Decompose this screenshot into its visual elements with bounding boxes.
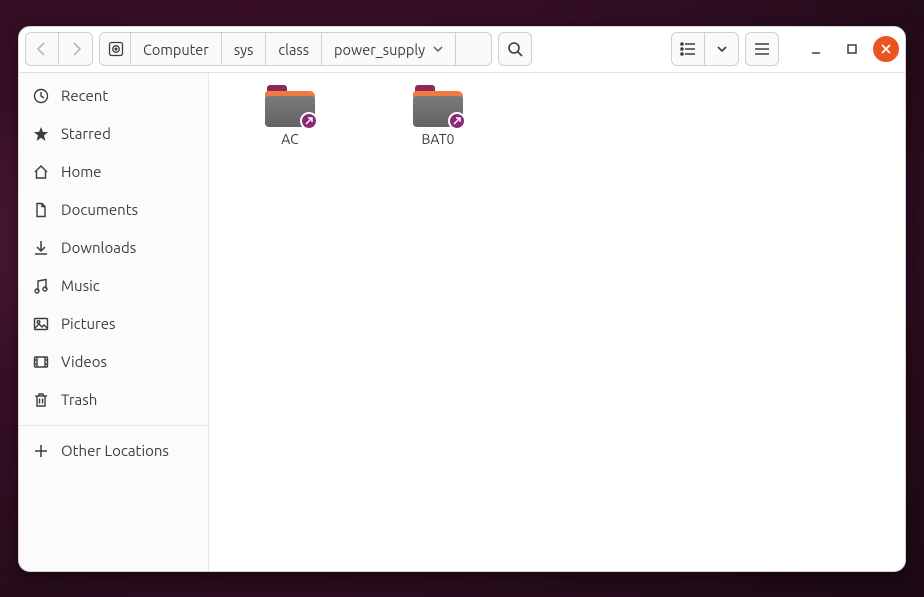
back-button[interactable]	[25, 32, 59, 66]
file-manager-window: Computer sys class power_supply	[18, 26, 906, 572]
downloads-icon	[33, 240, 49, 256]
sidebar-item-recent[interactable]: Recent	[19, 77, 208, 115]
sidebar-item-starred[interactable]: Starred	[19, 115, 208, 153]
path-segment-computer[interactable]: Computer	[131, 32, 222, 66]
music-icon	[33, 278, 49, 294]
maximize-button[interactable]	[837, 32, 867, 66]
pictures-icon	[33, 316, 49, 332]
sidebar-item-videos[interactable]: Videos	[19, 343, 208, 381]
sidebar-separator	[19, 425, 208, 426]
path-segment-current[interactable]: power_supply	[322, 32, 456, 66]
trash-icon	[33, 392, 49, 408]
file-label: BAT0	[422, 131, 455, 147]
view-controls	[671, 32, 739, 66]
plus-icon	[33, 443, 49, 459]
minimize-button[interactable]	[801, 32, 831, 66]
path-blank[interactable]	[456, 32, 492, 66]
sidebar-item-label: Music	[61, 277, 100, 294]
documents-icon	[33, 202, 49, 218]
sidebar-item-trash[interactable]: Trash	[19, 381, 208, 419]
sidebar-item-label: Trash	[61, 391, 97, 408]
sidebar-item-label: Documents	[61, 201, 138, 218]
path-bar: Computer sys class power_supply	[99, 32, 492, 66]
sidebar-item-label: Downloads	[61, 239, 136, 256]
path-root[interactable]	[99, 32, 131, 66]
sidebar-item-downloads[interactable]: Downloads	[19, 229, 208, 267]
clock-icon	[33, 88, 49, 104]
path-segment-class[interactable]: class	[266, 32, 322, 66]
list-icon	[680, 42, 696, 56]
sidebar-item-label: Recent	[61, 87, 108, 104]
nav-buttons	[25, 32, 93, 66]
icon-grid: AC BAT0	[229, 85, 885, 147]
folder-link-icon	[413, 85, 463, 127]
videos-icon	[33, 354, 49, 370]
sidebar-item-other-locations[interactable]: Other Locations	[19, 432, 208, 470]
sidebar-item-pictures[interactable]: Pictures	[19, 305, 208, 343]
sidebar-item-label: Starred	[61, 125, 111, 142]
folder-item-ac[interactable]: AC	[247, 85, 333, 147]
path-segment-sys[interactable]: sys	[222, 32, 267, 66]
toolbar: Computer sys class power_supply	[19, 27, 905, 73]
forward-button[interactable]	[59, 32, 93, 66]
sidebar-item-label: Other Locations	[61, 442, 169, 459]
close-button[interactable]	[873, 36, 899, 62]
sidebar-item-label: Videos	[61, 353, 107, 370]
sidebar-item-label: Pictures	[61, 315, 116, 332]
home-icon	[33, 164, 49, 180]
search-button[interactable]	[498, 32, 532, 66]
file-view[interactable]: AC BAT0	[209, 73, 905, 571]
window-body: Recent Starred Home Documents Downloads …	[19, 73, 905, 571]
sidebar-item-home[interactable]: Home	[19, 153, 208, 191]
sidebar-item-music[interactable]: Music	[19, 267, 208, 305]
chevron-down-icon	[717, 44, 727, 54]
list-view-button[interactable]	[671, 32, 705, 66]
sidebar-item-label: Home	[61, 163, 101, 180]
file-label: AC	[281, 131, 299, 147]
hamburger-menu-button[interactable]	[745, 32, 779, 66]
symlink-emblem-icon	[300, 112, 318, 130]
sidebar-item-documents[interactable]: Documents	[19, 191, 208, 229]
close-icon	[880, 43, 892, 55]
folder-link-icon	[265, 85, 315, 127]
folder-item-bat0[interactable]: BAT0	[395, 85, 481, 147]
view-options-button[interactable]	[705, 32, 739, 66]
symlink-emblem-icon	[448, 112, 466, 130]
menu-icon	[754, 42, 770, 56]
search-icon	[507, 41, 523, 57]
star-icon	[33, 126, 49, 142]
disk-icon	[108, 41, 124, 57]
sidebar: Recent Starred Home Documents Downloads …	[19, 73, 209, 571]
chevron-down-icon	[433, 44, 443, 54]
